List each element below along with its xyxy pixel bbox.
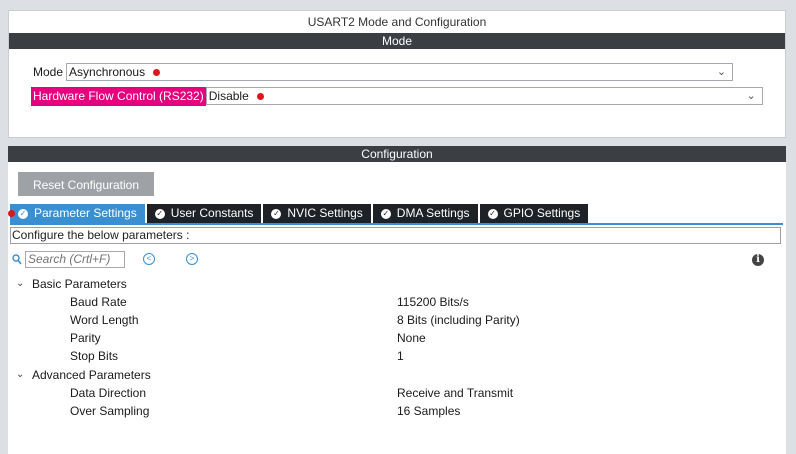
check-circle-icon: ✓ bbox=[380, 208, 391, 219]
tab-nvic-settings[interactable]: ✓ NVIC Settings bbox=[263, 204, 371, 223]
tab-label: GPIO Settings bbox=[503, 206, 581, 220]
search-icon bbox=[12, 253, 22, 264]
reset-configuration-button[interactable]: Reset Configuration bbox=[18, 172, 154, 196]
param-name: Over Sampling bbox=[70, 404, 150, 418]
param-row[interactable]: Data Direction Receive and Transmit bbox=[8, 384, 786, 402]
param-value: None bbox=[397, 331, 426, 345]
group-advanced-parameters[interactable]: ⌄ Advanced Parameters bbox=[8, 365, 786, 384]
warning-dot-icon bbox=[153, 68, 161, 76]
mode-row: Mode Asynchronous ⌄ bbox=[31, 62, 734, 82]
check-circle-icon: ✓ bbox=[487, 208, 498, 219]
flow-control-select-value: Disable bbox=[208, 89, 249, 103]
tab-gpio-settings[interactable]: ✓ GPIO Settings bbox=[479, 204, 589, 223]
mode-label: Mode bbox=[33, 64, 64, 79]
flow-control-label: Hardware Flow Control (RS232) bbox=[31, 86, 206, 106]
param-name: Stop Bits bbox=[70, 349, 119, 363]
param-name: Baud Rate bbox=[70, 295, 127, 309]
chevron-down-icon: ⌄ bbox=[16, 369, 25, 380]
param-value: 16 Samples bbox=[397, 404, 461, 418]
param-value: 115200 Bits/s bbox=[397, 295, 469, 309]
tab-dma-settings[interactable]: ✓ DMA Settings bbox=[372, 204, 478, 223]
tab-user-constants[interactable]: ✓ User Constants bbox=[146, 204, 262, 223]
tab-label: NVIC Settings bbox=[287, 206, 363, 220]
configuration-section-header: Configuration bbox=[8, 146, 786, 162]
search-row: < > bbox=[12, 250, 198, 268]
param-row[interactable]: Stop Bits 1 bbox=[8, 347, 786, 365]
param-value: 8 Bits (including Parity) bbox=[397, 313, 520, 327]
flow-control-row: Hardware Flow Control (RS232) Disable ⌄ bbox=[31, 86, 763, 106]
mode-select[interactable]: Asynchronous ⌄ bbox=[66, 63, 734, 81]
param-row[interactable]: Over Sampling 16 Samples bbox=[8, 402, 786, 420]
search-input[interactable] bbox=[25, 250, 125, 268]
mode-select-value: Asynchronous bbox=[69, 65, 146, 79]
previous-result-icon[interactable]: < bbox=[143, 253, 155, 265]
warning-dot-icon bbox=[8, 210, 15, 217]
param-value: Receive and Transmit bbox=[397, 386, 514, 400]
check-circle-icon: ✓ bbox=[18, 208, 28, 219]
chevron-down-icon: ⌄ bbox=[746, 90, 756, 102]
chevron-down-icon: ⌄ bbox=[16, 278, 25, 289]
tab-label: DMA Settings bbox=[396, 206, 470, 220]
param-row[interactable]: Parity None bbox=[8, 329, 786, 347]
tab-label: Parameter Settings bbox=[34, 206, 137, 220]
tab-underline bbox=[10, 223, 783, 225]
parameters-hint: Configure the below parameters : bbox=[10, 227, 781, 244]
param-name: Data Direction bbox=[70, 386, 147, 400]
tab-parameter-settings[interactable]: ✓ Parameter Settings bbox=[8, 204, 145, 223]
param-row[interactable]: Baud Rate 115200 Bits/s bbox=[8, 293, 786, 311]
group-label: Basic Parameters bbox=[32, 276, 127, 291]
group-label: Advanced Parameters bbox=[32, 367, 151, 382]
param-name: Parity bbox=[70, 331, 101, 345]
configuration-panel: Configuration Reset Configuration ✓ Para… bbox=[8, 146, 786, 454]
tab-label: User Constants bbox=[170, 206, 254, 220]
panel-title: USART2 Mode and Configuration bbox=[307, 15, 487, 29]
mode-panel: USART2 Mode and Configuration Mode Mode … bbox=[8, 10, 786, 138]
check-circle-icon: ✓ bbox=[271, 208, 282, 219]
param-value: 1 bbox=[397, 349, 404, 363]
chevron-down-icon: ⌄ bbox=[716, 66, 727, 78]
settings-tabs: ✓ Parameter Settings ✓ User Constants ✓ … bbox=[8, 204, 590, 223]
flow-control-select[interactable]: Disable ⌄ bbox=[205, 87, 763, 105]
check-circle-icon: ✓ bbox=[154, 208, 165, 219]
parameter-tree: ⌄ Basic Parameters Baud Rate 115200 Bits… bbox=[8, 274, 786, 420]
next-result-icon[interactable]: > bbox=[186, 253, 198, 265]
param-name: Word Length bbox=[70, 313, 139, 327]
mode-section-header: Mode bbox=[9, 33, 785, 49]
info-icon[interactable]: i bbox=[752, 254, 764, 266]
param-row[interactable]: Word Length 8 Bits (including Parity) bbox=[8, 311, 786, 329]
group-basic-parameters[interactable]: ⌄ Basic Parameters bbox=[8, 274, 786, 293]
warning-dot-icon bbox=[256, 92, 264, 100]
